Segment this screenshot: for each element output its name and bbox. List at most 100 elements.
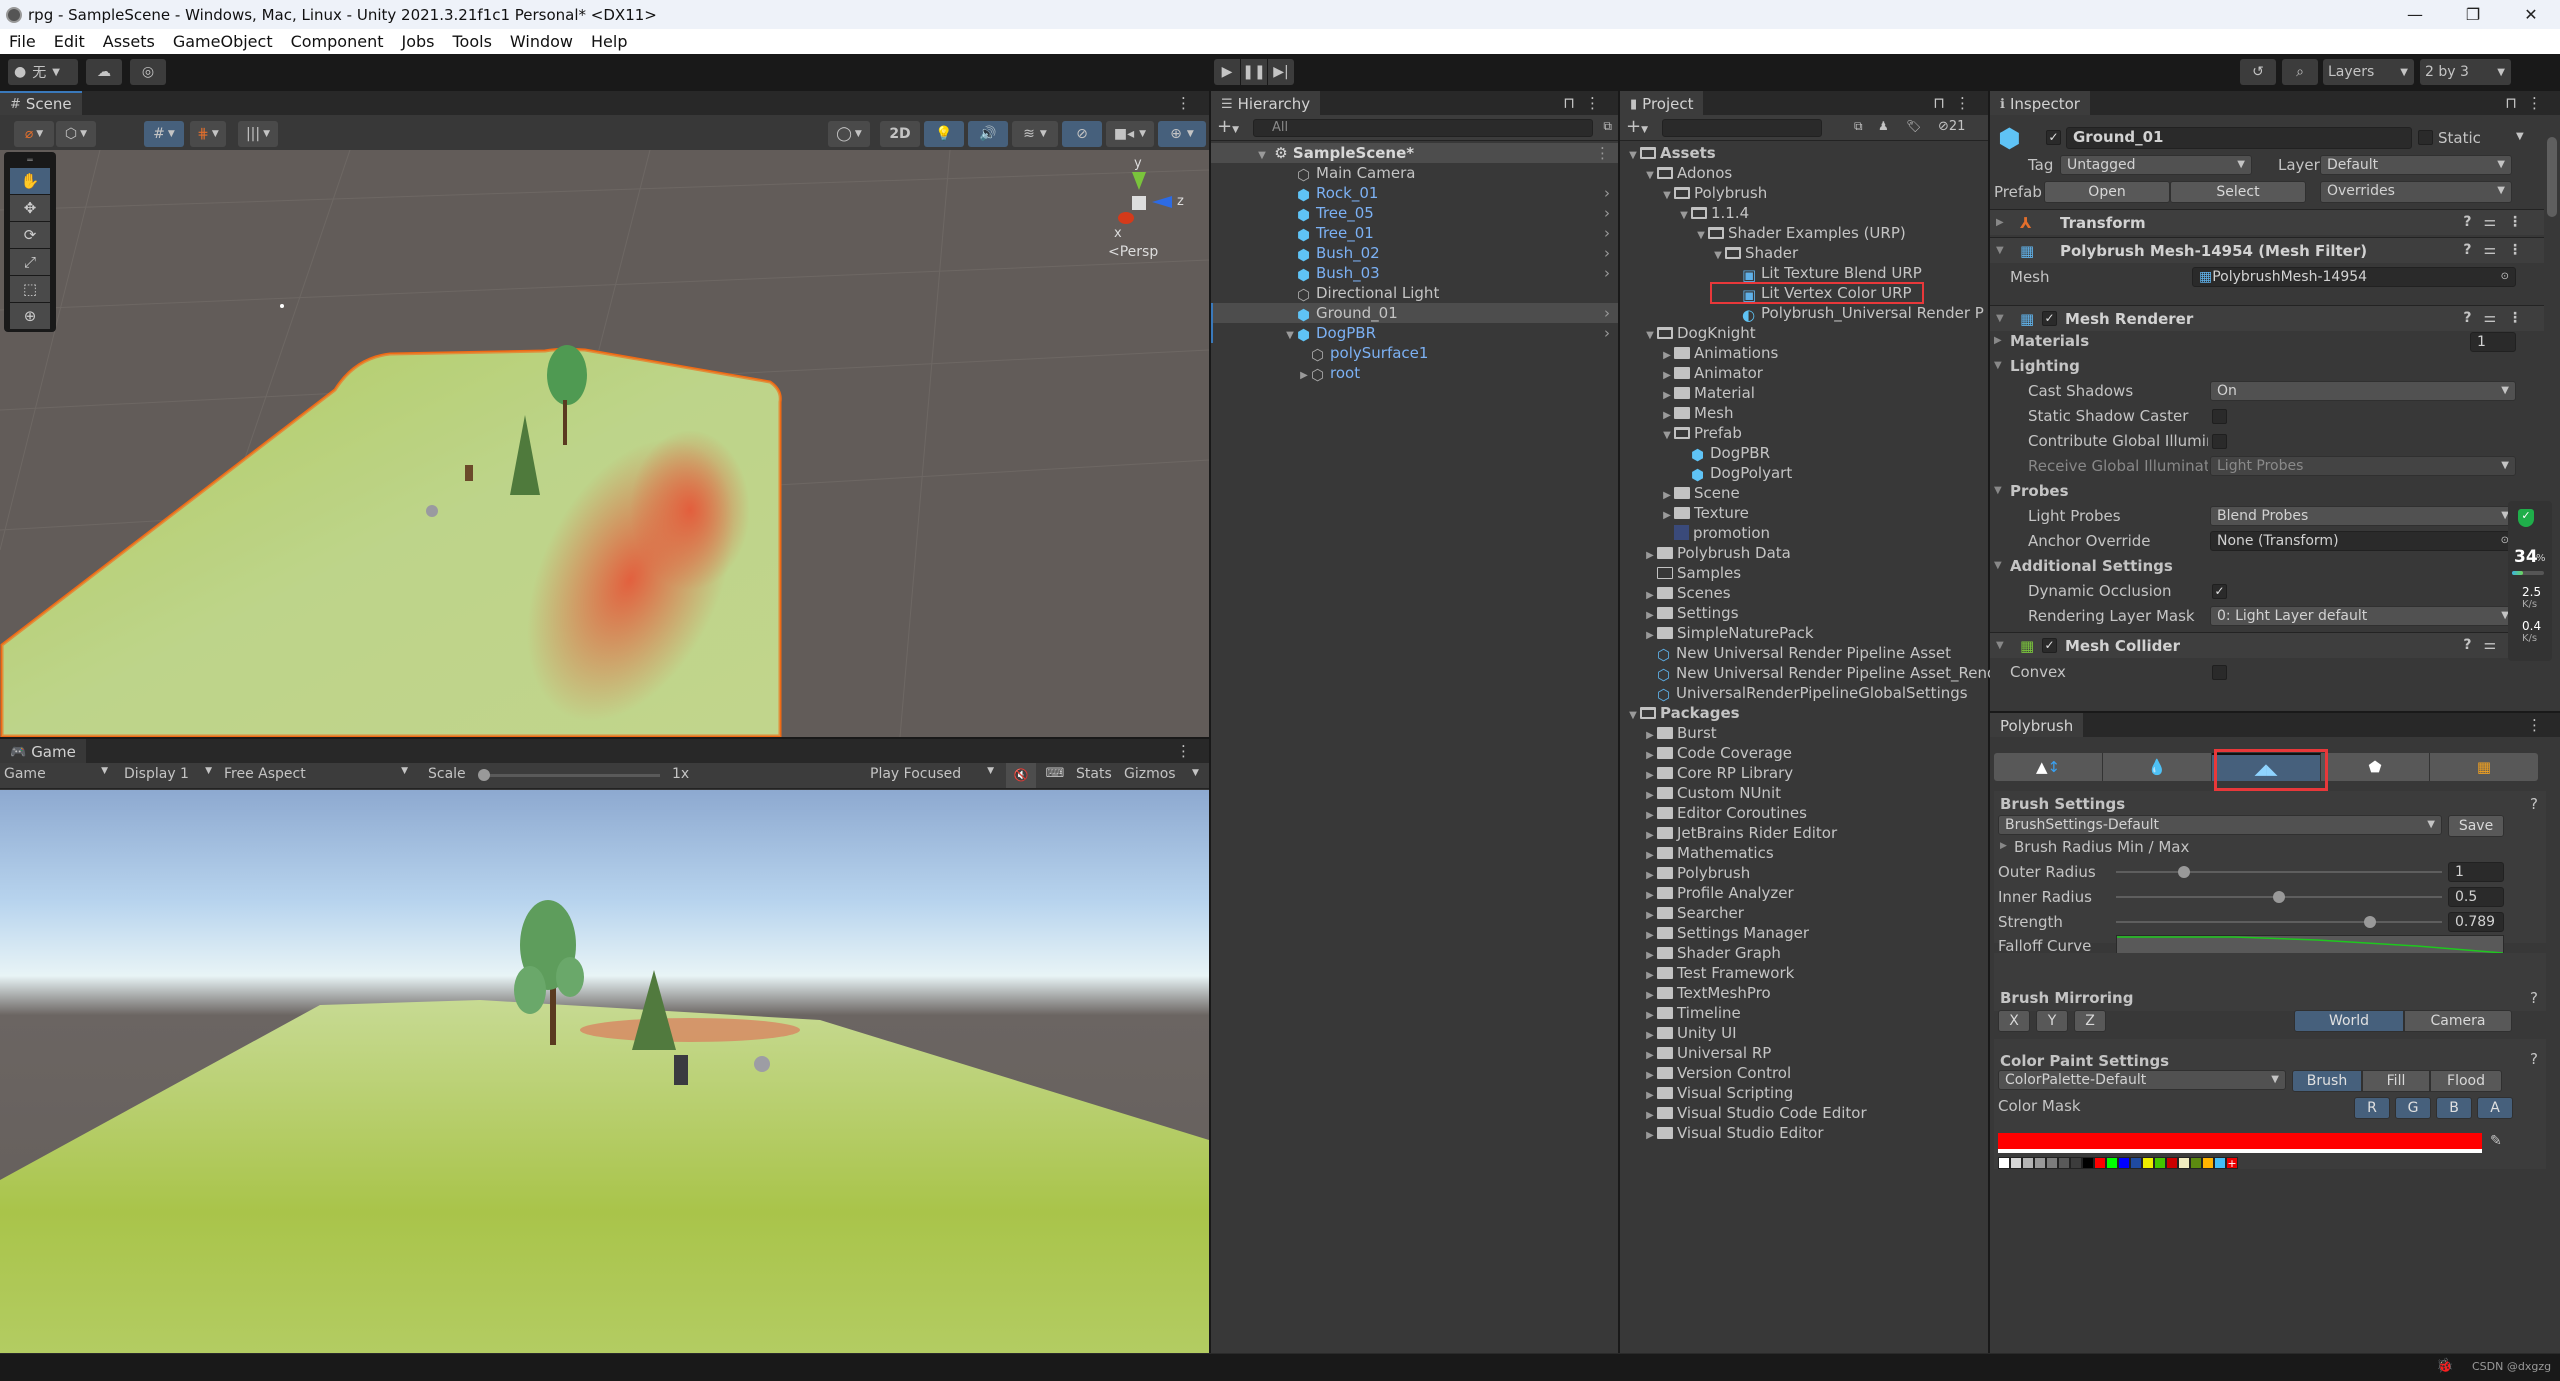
audio-toggle[interactable]: 🔊	[968, 121, 1008, 147]
gizmos-button[interactable]: Gizmos	[1124, 766, 1176, 782]
inner-radius-knob[interactable]	[2273, 891, 2285, 903]
project-item[interactable]: ◐ Polybrush_Universal Render P	[1620, 303, 1988, 324]
search-by-type-icon[interactable]: ⧉	[1854, 119, 1863, 134]
x-axis-cone[interactable]	[1118, 212, 1134, 224]
project-search-input[interactable]	[1662, 119, 1822, 137]
save-brush-button[interactable]: Save	[2448, 815, 2504, 837]
color-swatch[interactable]	[2154, 1157, 2166, 1169]
create-button[interactable]: +▼	[1217, 116, 1239, 137]
layout-dropdown[interactable]: 2 by 3 ▼	[2420, 59, 2511, 85]
move-tool-button[interactable]: ✥	[10, 195, 50, 221]
mirror-y-button[interactable]: Y	[2036, 1010, 2068, 1032]
component-actions[interactable]: ?⚌⋮	[2463, 214, 2534, 230]
project-item[interactable]: ▶ Version Control	[1620, 1063, 1988, 1083]
menu-component[interactable]: Component	[282, 32, 393, 51]
project-item[interactable]: ⬢ DogPBR	[1620, 443, 1988, 464]
project-item[interactable]: ▶ Polybrush	[1620, 863, 1988, 883]
paint-flood-mode-button[interactable]: Flood	[2430, 1070, 2502, 1092]
snap-settings-button[interactable]: ||| ▼	[238, 121, 278, 147]
menu-tools[interactable]: Tools	[443, 32, 500, 51]
hierarchy-item[interactable]: ⬡ Main Camera	[1211, 163, 1618, 184]
search-button[interactable]: ⌕	[2282, 59, 2318, 85]
open-prefab-chevron-icon[interactable]: ›	[1604, 243, 1610, 263]
menu-help[interactable]: Help	[582, 32, 636, 51]
tab-inspector[interactable]: ℹ Inspector	[1990, 91, 2090, 115]
2d-toggle[interactable]: 2D	[880, 121, 920, 147]
color-swatch[interactable]	[2202, 1157, 2214, 1169]
mode-smooth-button[interactable]: 💧	[2103, 753, 2212, 781]
orientation-gizmo[interactable]: y z x <Persp	[1100, 156, 1200, 276]
tag-dropdown[interactable]: Untagged ▼	[2060, 155, 2252, 175]
project-item[interactable]: ▶ SimpleNaturePack	[1620, 623, 1988, 643]
scale-slider-knob[interactable]	[478, 769, 490, 781]
game-mode-dropdown[interactable]: Game ▼	[4, 766, 112, 782]
color-swatch[interactable]	[2070, 1157, 2082, 1169]
cloud-button[interactable]: ☁	[86, 59, 122, 85]
project-item[interactable]: ▼ Prefab	[1620, 423, 1988, 443]
mask-r-toggle[interactable]: R	[2354, 1097, 2390, 1119]
project-item[interactable]: ▣ Lit Vertex Color URP	[1620, 282, 1988, 304]
expand-arrow-icon[interactable]: ▶	[1643, 1126, 1657, 1146]
brush-preset-dropdown[interactable]: BrushSettings-Default ▼	[1998, 815, 2442, 835]
hierarchy-item[interactable]: ⬢ Rock_01 ›	[1211, 183, 1618, 204]
rotate-tool-button[interactable]: ⟳	[10, 222, 50, 248]
hierarchy-panel-menu[interactable]: ⊓⋮	[1563, 94, 1610, 112]
component-actions[interactable]: ?⚌⋮	[2463, 242, 2534, 258]
project-item[interactable]: ▶ Animator	[1620, 363, 1988, 383]
project-item[interactable]: ▼ Polybrush	[1620, 183, 1988, 203]
prefab-overrides-dropdown[interactable]: Overrides ▼	[2320, 181, 2512, 203]
scene-viewport[interactable]: ═ ✋ ✥ ⟳ ⤢ ⬚ ⊕ y z x <Persp	[0, 150, 1209, 737]
mode-scatter-prefabs-button[interactable]: ⬟	[2321, 753, 2430, 781]
project-item[interactable]: ▣ Lit Texture Blend URP	[1620, 263, 1988, 284]
add-swatch-button[interactable]: +	[2226, 1157, 2238, 1169]
color-swatch[interactable]	[2118, 1157, 2130, 1169]
tab-game[interactable]: 🎮 Game	[0, 739, 86, 763]
contribute-gi-checkbox[interactable]	[2212, 434, 2227, 449]
strength-slider[interactable]	[2116, 916, 2442, 928]
static-checkbox[interactable]	[2418, 130, 2433, 145]
project-item[interactable]: ▶ Unity UI	[1620, 1023, 1988, 1043]
draw-mode-dropdown[interactable]: ◯ ▼	[828, 121, 870, 147]
color-palette-dropdown[interactable]: ColorPalette-Default ▼	[1998, 1070, 2286, 1090]
close-button[interactable]: ✕	[2502, 5, 2560, 24]
play-button[interactable]: ▶	[1214, 59, 1240, 85]
project-item[interactable]: ▶ Code Coverage	[1620, 743, 1988, 763]
project-item[interactable]: ▶ Core RP Library	[1620, 763, 1988, 783]
project-item[interactable]: ▼ DogKnight	[1620, 323, 1988, 343]
color-swatch[interactable]	[2010, 1157, 2022, 1169]
project-item[interactable]: ⬢ DogPolyart	[1620, 463, 1988, 484]
brush-radius-foldout[interactable]: Brush Radius Min / Max	[2014, 838, 2189, 856]
mesh-object-field[interactable]: ▦PolybrushMesh-14954 ⊙	[2192, 267, 2516, 287]
help-icon[interactable]: ?	[2530, 795, 2538, 813]
open-prefab-chevron-icon[interactable]: ›	[1604, 323, 1610, 343]
hierarchy-item[interactable]: ⬢ Tree_05 ›	[1211, 203, 1618, 224]
filter-by-type-icon[interactable]: ♟	[1878, 119, 1889, 133]
bug-warning-icon[interactable]: 🐞	[2436, 1358, 2453, 1374]
polybrush-panel-menu[interactable]: ⋮	[2527, 716, 2552, 734]
transform-component-header[interactable]: ▶ ⅄ Transform ?⚌⋮	[1990, 209, 2544, 235]
mirror-z-button[interactable]: Z	[2074, 1010, 2106, 1032]
layers-dropdown[interactable]: Layers ▼	[2323, 59, 2414, 85]
project-item[interactable]: ▶ Burst	[1620, 723, 1988, 743]
eyedropper-icon[interactable]: ✎	[2490, 1133, 2502, 1149]
tool-handle-rotation-button[interactable]: ⬡ ▼	[56, 121, 96, 147]
hierarchy-item[interactable]: ⬢ Bush_03 ›	[1211, 263, 1618, 284]
scrollbar-thumb[interactable]	[2547, 137, 2557, 217]
color-swatch[interactable]	[1998, 1157, 2010, 1169]
color-swatch[interactable]	[2178, 1157, 2190, 1169]
z-axis-cone[interactable]	[1152, 196, 1172, 208]
tab-project[interactable]: ▮ Project	[1620, 91, 1704, 115]
project-item[interactable]: ▶ TextMeshPro	[1620, 983, 1988, 1003]
aspect-dropdown[interactable]: Free Aspect ▼	[224, 766, 414, 782]
prefab-select-button[interactable]: Select	[2170, 181, 2306, 203]
rect-tool-button[interactable]: ⬚	[10, 276, 50, 302]
tool-handle-position-button[interactable]: ⌀ ▼	[14, 121, 54, 147]
collab-button[interactable]: ◎	[130, 59, 166, 85]
materials-foldout[interactable]: Materials	[2010, 332, 2089, 350]
scale-tool-button[interactable]: ⤢	[10, 249, 50, 275]
project-item[interactable]: promotion	[1620, 523, 1988, 543]
step-button[interactable]: ▶|	[1268, 59, 1294, 85]
static-shadow-caster-checkbox[interactable]	[2212, 409, 2227, 424]
project-item[interactable]: ▼ 1.1.4	[1620, 203, 1988, 223]
mirror-x-button[interactable]: X	[1998, 1010, 2030, 1032]
